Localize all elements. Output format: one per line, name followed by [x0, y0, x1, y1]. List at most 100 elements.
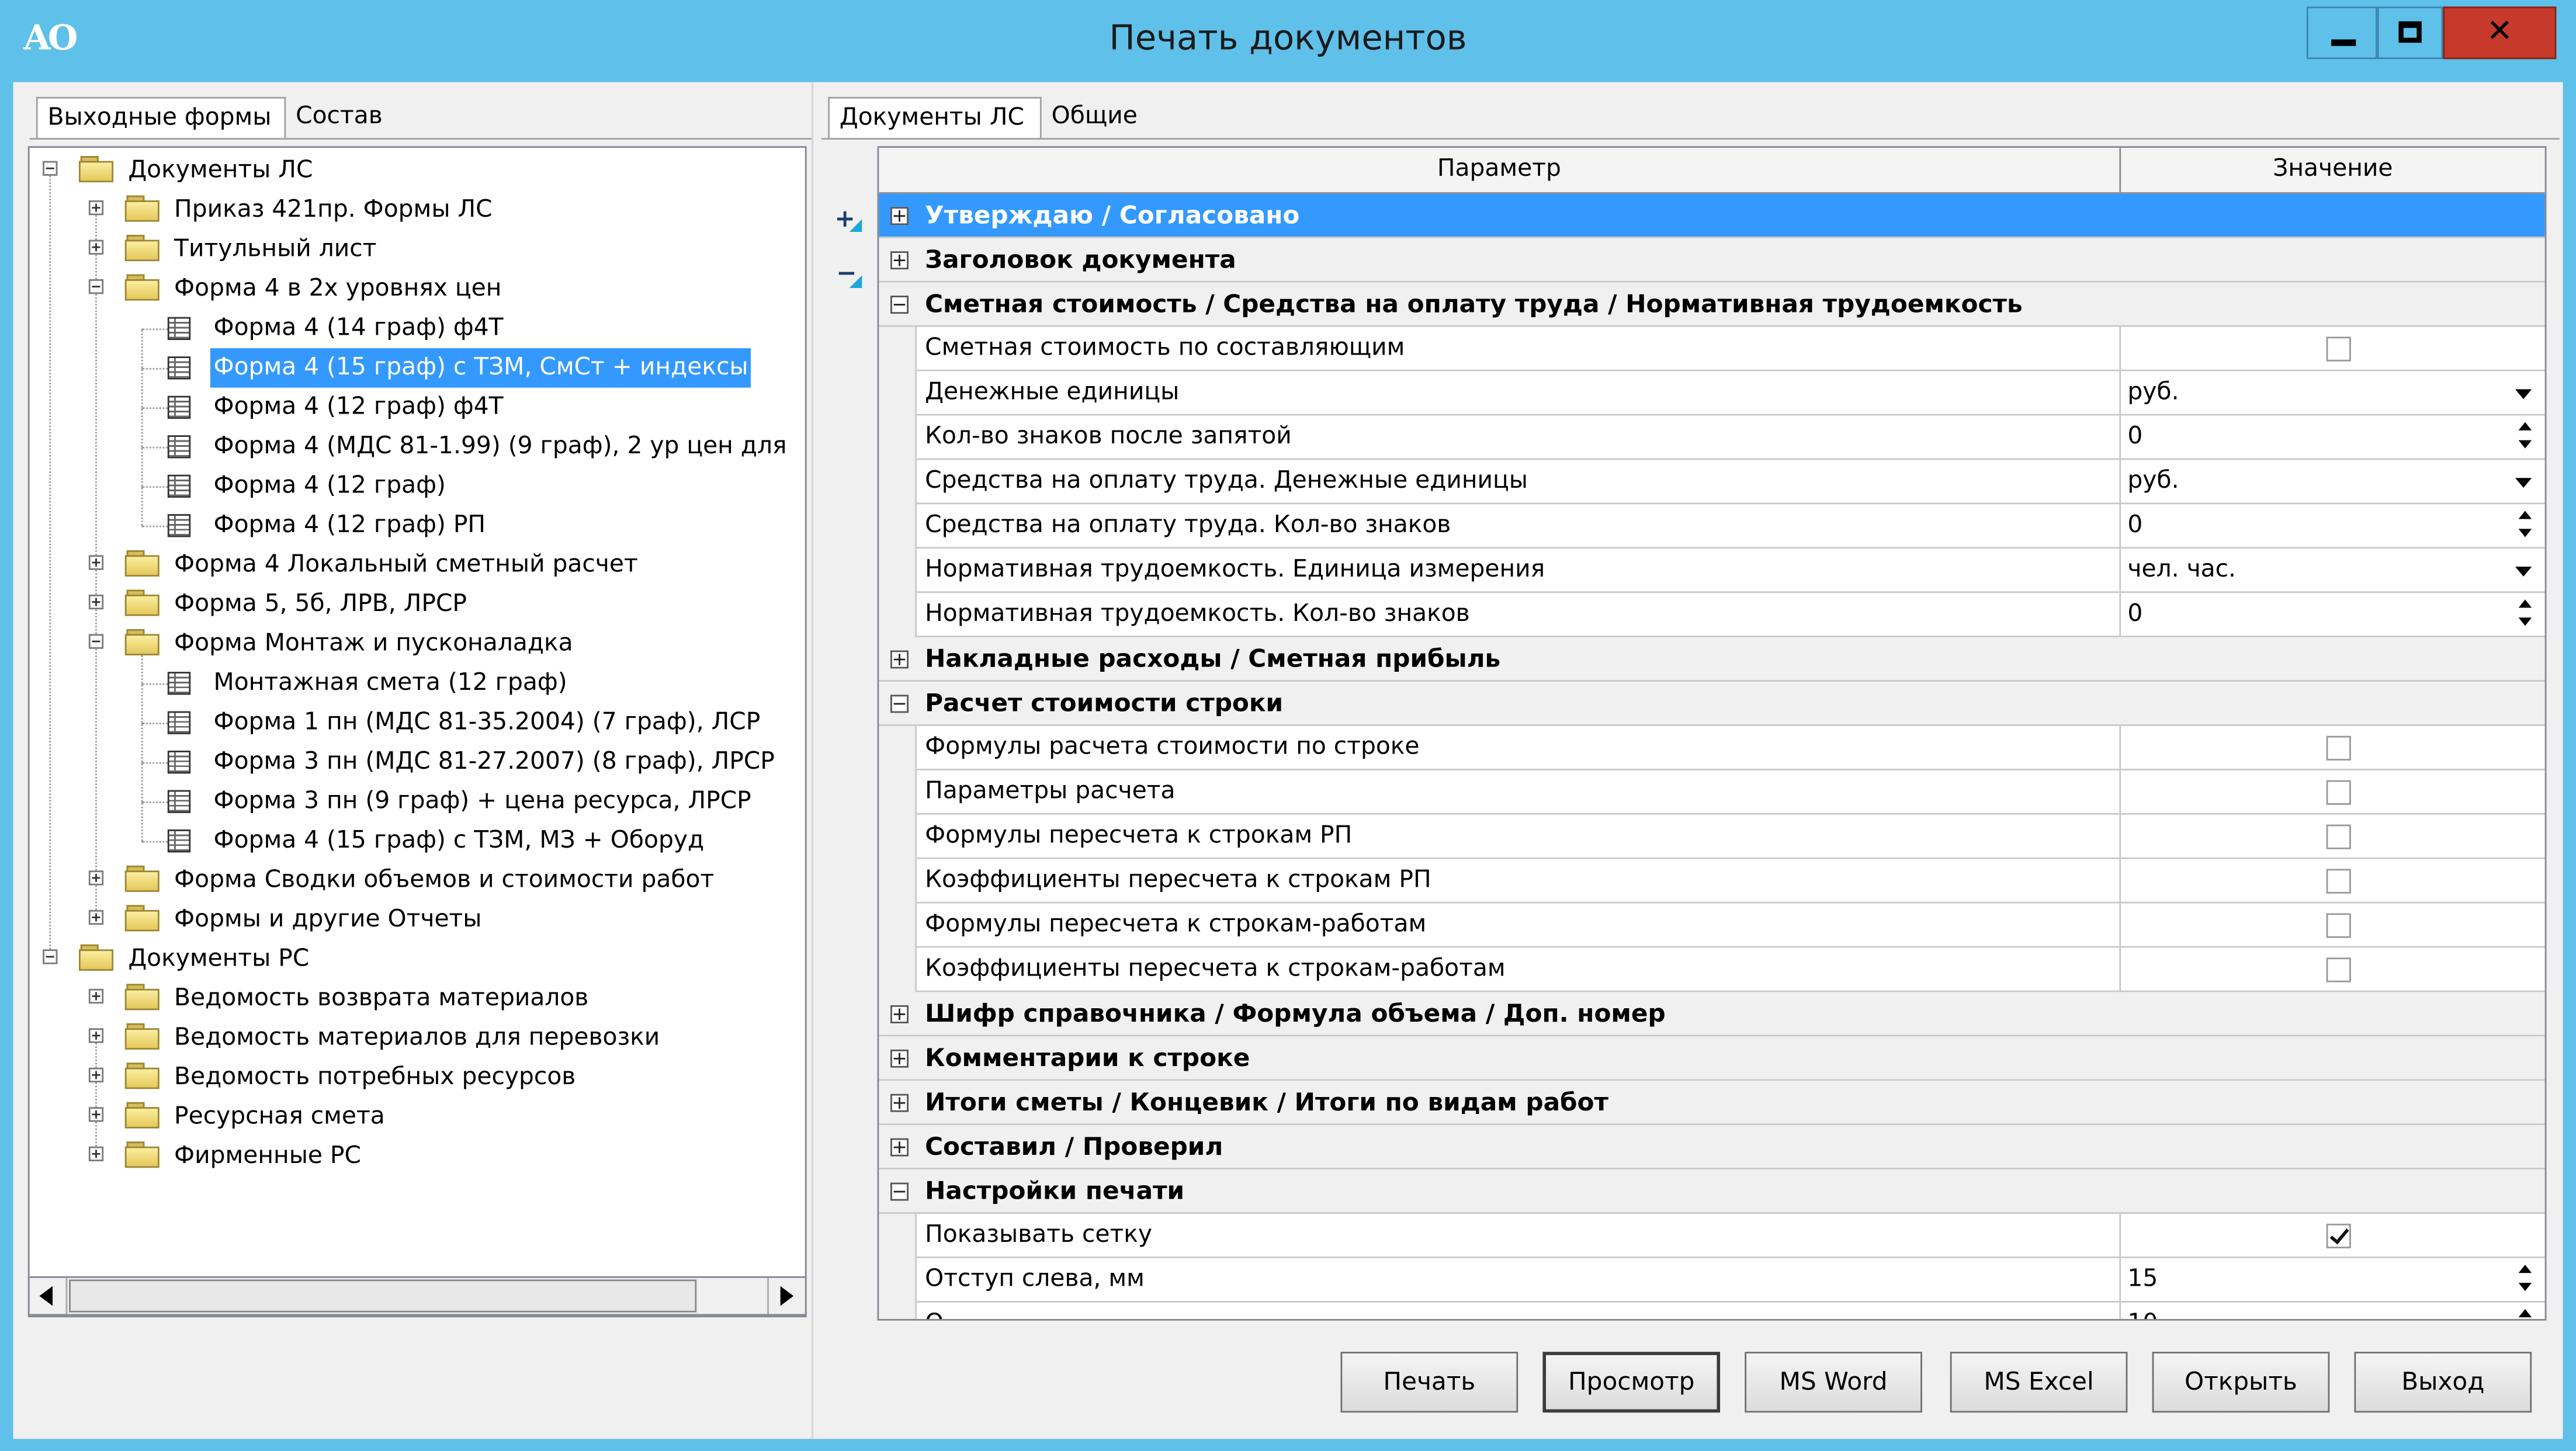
checkbox-unchecked[interactable]	[2326, 957, 2351, 983]
grid-category-row[interactable]: Составил / Проверил	[879, 1125, 2545, 1170]
spin-up-icon[interactable]	[2518, 1265, 2532, 1273]
close-button[interactable]: ✕	[2443, 6, 2557, 60]
column-header-value[interactable]: Значение	[2121, 148, 2544, 192]
grid-property-row[interactable]: Нормативная трудоемкость. Кол-во знаков 0	[879, 593, 2545, 638]
tree-node[interactable]: Форма 4 (12 граф) ф4Т	[30, 388, 805, 427]
collapse-minus-icon[interactable]	[43, 949, 58, 964]
spin-down-icon[interactable]	[2518, 440, 2532, 449]
tree-node[interactable]: Форма 4 Локальный сметный расчет	[30, 546, 805, 585]
dropdown-arrow-icon[interactable]	[2515, 567, 2532, 577]
dropdown-arrow-icon[interactable]	[2515, 389, 2532, 400]
grid-property-row[interactable]: Средства на оплату труда. Кол-во знаков 0	[879, 504, 2545, 549]
dropdown-arrow-icon[interactable]	[2515, 478, 2532, 488]
forms-tree[interactable]: Документы ЛС Приказ 421пр. Формы ЛС Титуль…	[27, 146, 807, 1318]
grid-category-row[interactable]: Накладные расходы / Сметная прибыль	[879, 637, 2545, 682]
parameters-grid[interactable]: Параметр Значение Утверждаю / Согласован…	[877, 146, 2547, 1321]
property-value[interactable]	[2121, 904, 2544, 948]
grid-property-row[interactable]: Нормативная трудоемкость. Единица измере…	[879, 549, 2545, 593]
grid-property-row[interactable]: Кол-во знаков после запятой 0	[879, 415, 2545, 460]
grid-category-row[interactable]: Расчет стоимости строки	[879, 681, 2545, 726]
property-value[interactable]	[2121, 327, 2544, 372]
exit-button[interactable]: Выход	[2354, 1352, 2532, 1413]
property-value[interactable]	[2121, 947, 2544, 992]
collapse-minus-icon[interactable]	[890, 1182, 909, 1201]
spin-up-icon[interactable]	[2518, 1309, 2532, 1318]
property-value[interactable]: руб.	[2121, 371, 2544, 415]
spin-down-icon[interactable]	[2518, 617, 2532, 626]
checkbox-unchecked[interactable]	[2326, 735, 2351, 761]
collapse-all-button[interactable]: − ◢	[834, 258, 862, 293]
spin-up-icon[interactable]	[2518, 511, 2532, 519]
property-value[interactable]: 0	[2121, 593, 2544, 637]
tree-node[interactable]: Форма 4 (12 граф)	[30, 467, 805, 506]
collapse-minus-icon[interactable]	[890, 695, 909, 713]
grid-property-row[interactable]: Формулы пересчета к строкам РП	[879, 814, 2545, 859]
property-value[interactable]	[2121, 1214, 2544, 1258]
collapse-minus-icon[interactable]	[890, 296, 909, 314]
spin-up-icon[interactable]	[2518, 599, 2532, 608]
tree-node[interactable]: Форма Монтаж и пусконаладка	[30, 624, 805, 664]
tab-general[interactable]: Общие	[1042, 97, 1173, 138]
grid-property-row[interactable]: О 10	[879, 1302, 2544, 1319]
tree-node[interactable]: Приказ 421пр. Формы ЛС	[30, 190, 805, 230]
tree-node[interactable]: Формы и другие Отчеты	[30, 900, 805, 939]
spin-down-icon[interactable]	[2518, 529, 2532, 537]
grid-category-row[interactable]: Комментарии к строке	[879, 1036, 2545, 1081]
checkbox-unchecked[interactable]	[2326, 780, 2351, 805]
grid-category-row[interactable]: Заголовок документа	[879, 238, 2545, 283]
panel-splitter[interactable]	[812, 82, 823, 1439]
expand-plus-icon[interactable]	[890, 1049, 909, 1068]
print-button[interactable]: Печать	[1340, 1352, 1518, 1413]
expand-plus-icon[interactable]	[88, 1028, 104, 1043]
property-value[interactable]: 10	[2121, 1303, 2544, 1319]
property-value[interactable]	[2121, 815, 2544, 859]
spin-up-icon[interactable]	[2518, 422, 2532, 431]
tree-node[interactable]: Форма 4 (14 граф) ф4Т	[30, 309, 805, 348]
grid-property-row[interactable]: Коэффициенты пересчета к строкам-работам	[879, 947, 2545, 992]
expand-plus-icon[interactable]	[88, 910, 104, 925]
tree-node[interactable]: Форма 1 пн (МДС 81-35.2004) (7 граф), ЛС…	[30, 703, 805, 742]
grid-category-row[interactable]: Шифр справочника / Формула объема / Доп.…	[879, 992, 2545, 1037]
minimize-button[interactable]	[2306, 6, 2377, 60]
expand-plus-icon[interactable]	[88, 1067, 104, 1083]
grid-property-row[interactable]: Сметная стоимость по составляющим	[879, 327, 2545, 372]
grid-property-row[interactable]: Отступ слева, мм 15	[879, 1258, 2545, 1303]
tree-node[interactable]: Форма 4 (12 граф) РП	[30, 506, 805, 545]
checkbox-checked[interactable]	[2326, 1223, 2351, 1249]
tree-node[interactable]: Документы РС	[30, 939, 805, 978]
scroll-thumb[interactable]	[69, 1279, 697, 1313]
collapse-minus-icon[interactable]	[88, 634, 104, 649]
expand-plus-icon[interactable]	[88, 870, 104, 886]
expand-plus-icon[interactable]	[890, 1094, 909, 1112]
column-header-parameter[interactable]: Параметр	[879, 148, 2121, 192]
property-value[interactable]	[2121, 726, 2544, 770]
property-value[interactable]: руб.	[2121, 460, 2544, 504]
expand-plus-icon[interactable]	[88, 594, 104, 610]
grid-property-row[interactable]: Формулы пересчета к строкам-работам	[879, 903, 2545, 948]
spin-buttons[interactable]	[2518, 599, 2535, 632]
tree-node[interactable]: Форма 4 в 2х уровнях цен	[30, 269, 805, 308]
tree-node[interactable]: Форма 3 пн (9 граф) + цена ресурса, ЛРСР	[30, 782, 805, 821]
property-value[interactable]: 0	[2121, 415, 2544, 460]
tree-node[interactable]: Титульный лист	[30, 230, 805, 269]
tab-ls-documents[interactable]: Документы ЛС	[828, 96, 1042, 138]
spin-buttons[interactable]	[2518, 1309, 2535, 1319]
spin-buttons[interactable]	[2518, 1265, 2535, 1297]
expand-plus-icon[interactable]	[890, 207, 909, 225]
expand-plus-icon[interactable]	[88, 555, 104, 570]
checkbox-unchecked[interactable]	[2326, 824, 2351, 849]
expand-plus-icon[interactable]	[890, 1138, 909, 1157]
scroll-right-button[interactable]	[767, 1278, 805, 1314]
ms-excel-button[interactable]: MS Excel	[1950, 1352, 2128, 1413]
tree-horizontal-scrollbar[interactable]	[27, 1276, 807, 1316]
ms-word-button[interactable]: MS Word	[1745, 1352, 1922, 1413]
tree-node[interactable]: Документы ЛС	[30, 151, 805, 190]
tree-node[interactable]: Форма 3 пн (МДС 81-27.2007) (8 граф), ЛР…	[30, 742, 805, 782]
spin-buttons[interactable]	[2518, 511, 2535, 544]
property-value[interactable]: 0	[2121, 504, 2544, 549]
property-value[interactable]: 15	[2121, 1258, 2544, 1303]
spin-down-icon[interactable]	[2518, 1283, 2532, 1292]
property-value[interactable]: чел. час.	[2121, 549, 2544, 593]
expand-plus-icon[interactable]	[88, 200, 104, 216]
checkbox-unchecked[interactable]	[2326, 913, 2351, 938]
